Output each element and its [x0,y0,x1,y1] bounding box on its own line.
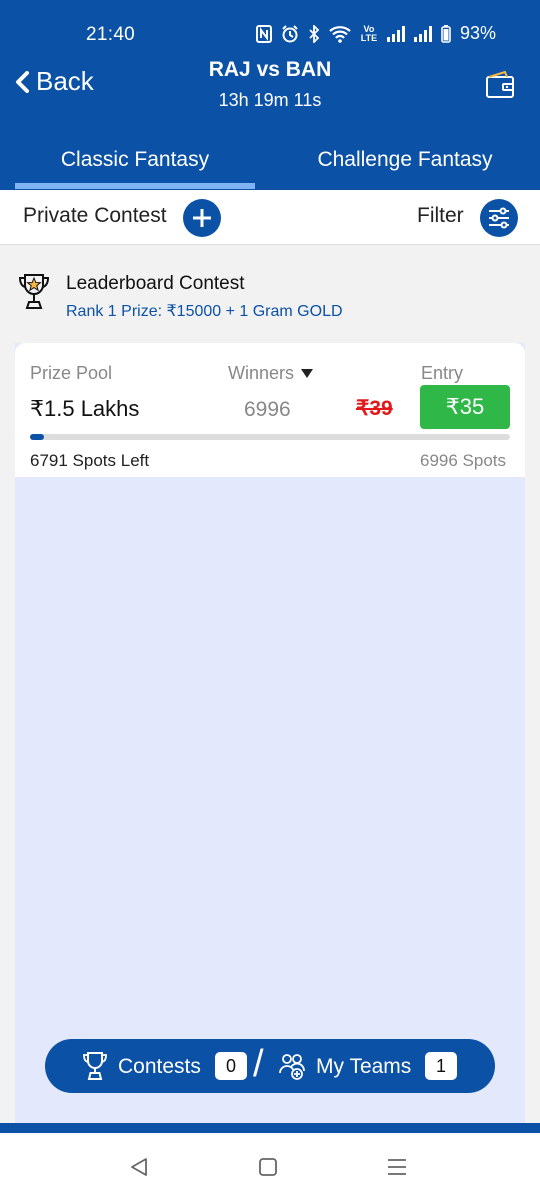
signal-icon [413,25,432,42]
nav-back-icon[interactable] [128,1155,152,1179]
winners-value: 6996 [244,398,291,421]
caret-down-icon[interactable] [301,369,313,378]
battery-icon [441,24,451,43]
my-teams-count-badge: 1 [425,1052,457,1080]
bar-separator: / [253,1043,264,1085]
contest-toolbar: Private Contest Filter [0,190,540,245]
add-private-contest-button[interactable] [183,199,221,237]
nav-recents-icon[interactable] [385,1155,409,1179]
system-nav-bar [0,1133,540,1200]
nav-home-icon[interactable] [256,1155,280,1179]
sliders-icon [489,207,509,229]
leaderboard-title: Leaderboard Contest [66,273,245,294]
contests-cup-icon [83,1052,107,1080]
original-entry-price: ₹39 [356,397,393,420]
match-countdown: 13h 19m 11s [218,90,322,110]
tab-challenge-fantasy[interactable]: Challenge Fantasy [275,140,535,190]
spots-progress-fill [30,434,44,440]
join-entry-button[interactable]: ₹35 [420,385,510,429]
status-time: 21:40 [86,24,136,45]
wifi-icon [329,25,351,43]
nfc-icon [255,24,272,43]
prize-pool-label: Prize Pool [30,363,113,383]
leaderboard-prize: Rank 1 Prize: ₹15000 + 1 Gram GOLD [66,303,343,320]
match-title: RAJ vs BAN [208,58,332,81]
prize-pool-value: ₹1.5 Lakhs [30,396,140,421]
trophy-icon [18,274,50,309]
bottom-divider [0,1123,540,1133]
bluetooth-icon [309,24,320,43]
volte-icon: Vo LTE [360,23,378,43]
contests-tab[interactable]: Contests [118,1055,201,1079]
wallet-icon[interactable] [485,70,515,100]
status-bar: 21:40 Vo LTE 93% [0,0,540,50]
entry-label: Entry [421,363,464,383]
filter-label[interactable]: Filter [417,204,464,228]
total-spots: 6996 Spots [419,451,506,470]
signal-icon [386,25,405,42]
contests-count-badge: 0 [215,1052,247,1080]
leaderboard-banner[interactable]: Leaderboard Contest Rank 1 Prize: ₹15000… [15,262,525,330]
spots-progress-bar [30,434,510,440]
my-teams-icon [279,1054,305,1080]
active-tab-indicator [15,183,255,189]
battery-percent: 93% [459,23,496,43]
spots-left: 6791 Spots Left [30,451,150,470]
app-header: 21:40 Vo LTE 93% Back RAJ vs BAN 13h 19m… [0,0,540,190]
filter-button[interactable] [480,199,518,237]
status-icons: Vo LTE 93% [255,23,496,44]
my-teams-tab[interactable]: My Teams [316,1055,411,1079]
contests-teams-bar: Contests 0 / My Teams 1 [45,1039,495,1093]
private-contest-label[interactable]: Private Contest [23,204,167,228]
alarm-icon [282,24,298,42]
contest-card[interactable]: Prize Pool Winners Entry ₹1.5 Lakhs 6996… [15,343,525,477]
winners-label[interactable]: Winners [228,363,294,384]
